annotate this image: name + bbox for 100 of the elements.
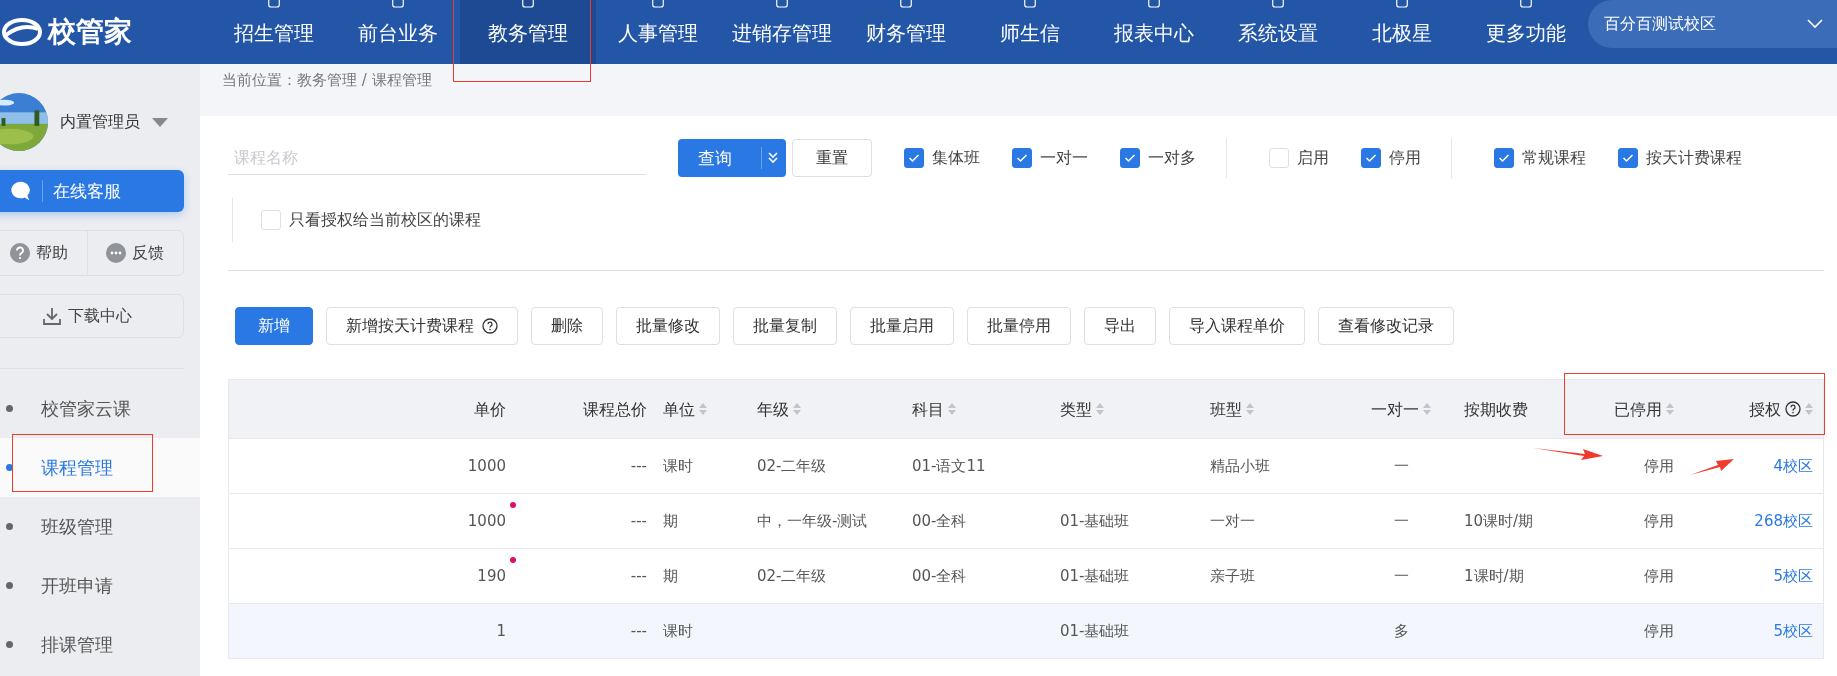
table-cell-text: 190 bbox=[477, 565, 506, 587]
query-button[interactable]: 查询 bbox=[678, 139, 786, 177]
action-button[interactable]: 查看修改记录 bbox=[1318, 307, 1454, 345]
column-header[interactable]: 一对一 bbox=[1346, 380, 1456, 438]
sidebar-item[interactable]: 校管家云课 bbox=[0, 379, 200, 438]
nav-tab[interactable]: 系统设置 bbox=[1216, 0, 1340, 64]
column-header[interactable]: 类型 bbox=[1052, 380, 1202, 438]
sort-icon[interactable] bbox=[948, 403, 956, 415]
nav-tab[interactable]: 财务管理 bbox=[844, 0, 968, 64]
column-header[interactable]: 科目 bbox=[904, 380, 1052, 438]
sidebar-item[interactable]: 排课管理 bbox=[0, 615, 200, 674]
nav-tab[interactable]: 教务管理 bbox=[460, 0, 596, 64]
reset-button[interactable]: 重置 bbox=[792, 139, 872, 177]
column-header[interactable]: 年级 bbox=[749, 380, 904, 438]
sort-icon[interactable] bbox=[699, 403, 707, 415]
checkbox-label[interactable]: 停用 bbox=[1389, 147, 1421, 169]
campus-count-link[interactable]: 5校区 bbox=[1773, 563, 1813, 589]
action-button[interactable]: 批量启用 bbox=[850, 307, 954, 345]
header-label: 年级 bbox=[757, 398, 789, 421]
nav-tab[interactable]: 招生管理 bbox=[212, 0, 336, 64]
nav-tab[interactable]: 报表中心 bbox=[1092, 0, 1216, 64]
checkbox-label[interactable]: 一对多 bbox=[1148, 147, 1196, 169]
sort-icon[interactable] bbox=[1246, 403, 1254, 415]
table-cell-text: 停用 bbox=[1644, 455, 1674, 477]
checkbox[interactable] bbox=[1120, 148, 1140, 168]
feedback-button[interactable]: 反馈 bbox=[86, 231, 183, 275]
download-icon bbox=[42, 306, 62, 326]
checkbox-label[interactable]: 常规课程 bbox=[1522, 147, 1586, 169]
sort-icon[interactable] bbox=[1666, 403, 1674, 415]
help-button[interactable]: 帮助 bbox=[0, 231, 87, 275]
nav-tab[interactable]: 人事管理 bbox=[596, 0, 720, 64]
action-button[interactable]: 批量复制 bbox=[733, 307, 837, 345]
campus-select[interactable]: 百分百测试校区 bbox=[1588, 0, 1837, 48]
checkbox-label[interactable]: 启用 bbox=[1297, 147, 1329, 169]
header-label: 按期收费 bbox=[1464, 398, 1528, 421]
table-cell-text: 停用 bbox=[1644, 620, 1674, 642]
check-icon bbox=[908, 153, 920, 163]
breadcrumb: 当前位置：教务管理 / 课程管理 bbox=[221, 70, 433, 91]
action-button[interactable]: 批量停用 bbox=[967, 307, 1071, 345]
chat-bubble-icon bbox=[10, 180, 32, 202]
table-cell-text: 10课时/期 bbox=[1464, 510, 1534, 532]
online-service-button[interactable]: 在线客服 bbox=[0, 170, 184, 212]
nav-tab[interactable]: 进销存管理 bbox=[720, 0, 844, 64]
logo-icon bbox=[2, 17, 42, 47]
column-header[interactable]: 已停用 bbox=[1586, 380, 1682, 438]
nav-tab[interactable]: 北极星 bbox=[1340, 0, 1464, 64]
checkbox[interactable] bbox=[904, 148, 924, 168]
checkbox-label[interactable]: 按天计费课程 bbox=[1646, 147, 1742, 169]
action-button[interactable]: 删除 bbox=[531, 307, 603, 345]
table-cell-text: 亲子班 bbox=[1210, 565, 1255, 587]
nav-tab[interactable]: 更多功能 bbox=[1464, 0, 1588, 64]
sort-icon[interactable] bbox=[1096, 403, 1104, 415]
nav-tab[interactable]: 前台业务 bbox=[336, 0, 460, 64]
checkbox[interactable] bbox=[1494, 148, 1514, 168]
sidebar-item[interactable]: 开班申请 bbox=[0, 556, 200, 615]
action-button[interactable]: 新增按天计费课程 bbox=[326, 307, 518, 345]
nav-tab[interactable]: 师生信 bbox=[968, 0, 1092, 64]
table-cell-text: 课时 bbox=[663, 620, 693, 642]
checkbox[interactable] bbox=[1618, 148, 1638, 168]
table-cell-text: --- bbox=[630, 455, 647, 477]
column-header[interactable]: 授权 bbox=[1682, 380, 1821, 438]
checkbox-label[interactable]: 一对一 bbox=[1040, 147, 1088, 169]
column-header[interactable]: 班型 bbox=[1202, 380, 1346, 438]
table-cell-text: 停用 bbox=[1644, 510, 1674, 532]
download-center-button[interactable]: 下载中心 bbox=[0, 294, 184, 338]
table-cell-text: 01-基础班 bbox=[1060, 510, 1130, 532]
header-label: 已停用 bbox=[1614, 398, 1662, 421]
double-chevron-icon bbox=[768, 152, 778, 164]
checkbox[interactable] bbox=[1012, 148, 1032, 168]
column-header[interactable]: 按期收费 bbox=[1456, 380, 1586, 438]
action-button[interactable]: 导出 bbox=[1084, 307, 1156, 345]
caret-down-icon[interactable] bbox=[152, 117, 168, 127]
header-label: 班型 bbox=[1210, 398, 1242, 421]
sort-icon[interactable] bbox=[1805, 403, 1813, 415]
chat-dots-icon bbox=[106, 243, 127, 263]
user-name[interactable]: 内置管理员 bbox=[60, 111, 140, 133]
checkbox-label[interactable]: 集体班 bbox=[932, 147, 980, 169]
checkbox[interactable] bbox=[1361, 148, 1381, 168]
table-cell-text: 一 bbox=[1393, 565, 1409, 587]
column-header[interactable]: 课程总价 bbox=[528, 380, 655, 438]
column-header[interactable]: 单价 bbox=[229, 380, 528, 438]
sidebar-item[interactable]: 班级管理 bbox=[0, 497, 200, 556]
table-cell-text: 02-二年级 bbox=[757, 565, 827, 587]
campus-count-link[interactable]: 268校区 bbox=[1754, 508, 1813, 534]
table-cell-text: 1000 bbox=[467, 510, 506, 532]
campus-count-link[interactable]: 4校区 bbox=[1773, 453, 1813, 479]
checkbox-label[interactable]: 只看授权给当前校区的课程 bbox=[289, 209, 481, 231]
sort-icon[interactable] bbox=[793, 403, 801, 415]
action-button[interactable]: 导入课程单价 bbox=[1169, 307, 1305, 345]
table-cell-text: --- bbox=[630, 620, 647, 642]
table-cell-text: 课时 bbox=[663, 455, 693, 477]
campus-count-link[interactable]: 5校区 bbox=[1773, 618, 1813, 644]
header-label: 单价 bbox=[474, 398, 506, 421]
column-header[interactable]: 单位 bbox=[655, 380, 749, 438]
action-button[interactable]: 新增 bbox=[235, 307, 313, 345]
table-cell-text: 一 bbox=[1393, 510, 1409, 532]
sidebar-item[interactable]: 课程管理 bbox=[0, 438, 200, 497]
table-cell-text: 00-全科 bbox=[912, 510, 967, 532]
action-button[interactable]: 批量修改 bbox=[616, 307, 720, 345]
sort-icon[interactable] bbox=[1423, 403, 1431, 415]
